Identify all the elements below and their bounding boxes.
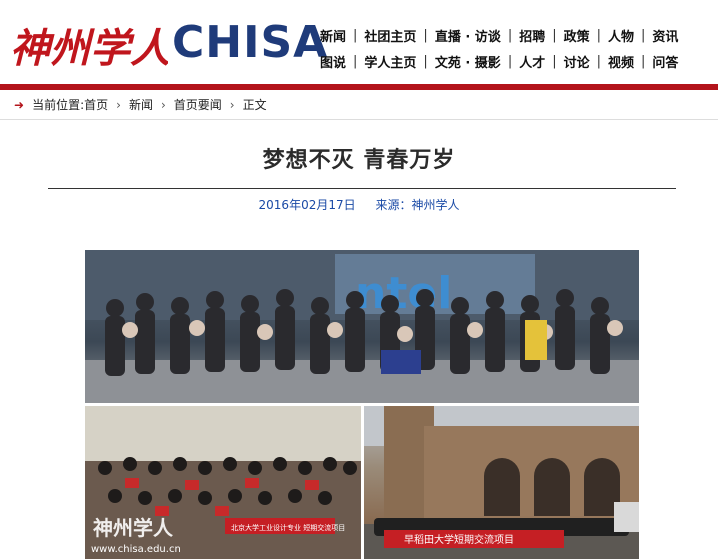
nav-separator: |	[353, 27, 358, 43]
chevron-right-icon: ›	[229, 97, 235, 112]
nav-separator: |	[641, 53, 646, 69]
article-meta: 2016年02月17日 来源：神州学人	[0, 196, 718, 213]
breadcrumb-news[interactable]: 新闻	[129, 96, 153, 113]
nav-item-literature-photo[interactable]: 文苑 · 摄影	[435, 52, 501, 71]
svg-text:神州学人: 神州学人	[10, 25, 168, 72]
group-photo-auditorium: 早稻田大学短期交流项目	[364, 406, 639, 559]
svg-text:北京大学工业设计专业 短期交流项目: 北京大学工业设计专业 短期交流项目	[231, 523, 345, 532]
nav-separator: |	[596, 53, 602, 69]
nav-item-club-home[interactable]: 社团主页	[364, 26, 416, 45]
article: 梦想不灭 青春万岁 2016年02月17日 来源：神州学人 ntel 北京大学工…	[0, 120, 718, 559]
site-header: 神州学人 CHISA 新闻 | 社团主页 | 直播 · 访谈 | 招聘 | 政策…	[0, 0, 718, 86]
nav-item-discussion[interactable]: 讨论	[564, 52, 590, 71]
nav-row-1: 新闻 | 社团主页 | 直播 · 访谈 | 招聘 | 政策 | 人物 | 资讯	[320, 22, 716, 48]
nav-separator: |	[423, 53, 428, 69]
group-photo-auditorium-image: 早稻田大学短期交流项目	[364, 406, 639, 559]
article-source: 来源：神州学人	[375, 198, 460, 212]
breadcrumb-headlines[interactable]: 首页要闻	[174, 96, 222, 113]
chevron-right-icon: ›	[116, 97, 121, 112]
chevron-right-icon: ›	[160, 97, 166, 112]
nav-item-news[interactable]: 新闻	[320, 26, 346, 45]
nav-item-scholar-home[interactable]: 学人主页	[364, 52, 416, 71]
svg-text:早稻田大学短期交流项目: 早稻田大学短期交流项目	[404, 533, 514, 546]
nav-item-talent[interactable]: 人才	[519, 52, 545, 71]
nav-row-2: 图说 | 学人主页 | 文苑 · 摄影 | 人才 | 讨论 | 视频 | 问答	[320, 48, 716, 74]
nav-separator: |	[423, 27, 428, 43]
watermark-logo: 神州学人	[93, 516, 173, 540]
nav-item-jobs[interactable]: 招聘	[519, 26, 545, 45]
nav-item-qa[interactable]: 问答	[652, 52, 678, 71]
breadcrumb-prefix: 当前位置:	[32, 98, 85, 112]
nav-item-policy[interactable]: 政策	[564, 26, 590, 45]
breadcrumb: ➜ 当前位置: 首页 › 新闻 › 首页要闻 › 正文	[0, 90, 718, 120]
article-title: 梦想不灭 青春万岁	[262, 148, 456, 173]
group-photo-building: ntel	[85, 250, 639, 403]
article-date: 2016年02月17日	[258, 198, 356, 212]
breadcrumb-home[interactable]: 首页	[84, 96, 108, 113]
nav-separator: |	[641, 27, 646, 43]
nav-separator: |	[507, 53, 513, 69]
nav-separator: |	[596, 27, 602, 43]
group-photo-building-image: ntel	[85, 250, 639, 403]
title-divider	[48, 188, 676, 189]
breadcrumb-current: 正文	[242, 98, 267, 112]
article-photo-collage[interactable]: ntel 北京大学工业设计专业 短期交流项目 神州学人 www.chisa.ed…	[85, 250, 639, 559]
nav-separator: |	[353, 53, 358, 69]
site-logo-chisa[interactable]: CHISA	[172, 18, 328, 68]
nav-item-people[interactable]: 人物	[608, 26, 634, 45]
location-arrow-icon: ➜	[14, 97, 25, 112]
nav-separator: |	[552, 27, 557, 43]
svg-text:ntel: ntel	[355, 268, 452, 319]
nav-item-pictures[interactable]: 图说	[320, 52, 346, 71]
nav-separator: |	[507, 27, 513, 43]
group-photo-indoor: 北京大学工业设计专业 短期交流项目 神州学人 www.chisa.edu.cn	[85, 406, 361, 559]
main-nav: 新闻 | 社团主页 | 直播 · 访谈 | 招聘 | 政策 | 人物 | 资讯 …	[320, 22, 716, 74]
nav-item-live-interview[interactable]: 直播 · 访谈	[435, 26, 501, 45]
site-logo-calligraphy[interactable]: 神州学人	[8, 10, 168, 80]
watermark-url: www.chisa.edu.cn	[91, 544, 181, 555]
nav-item-info[interactable]: 资讯	[652, 26, 678, 45]
nav-item-video[interactable]: 视频	[608, 52, 634, 71]
nav-separator: |	[552, 53, 557, 69]
